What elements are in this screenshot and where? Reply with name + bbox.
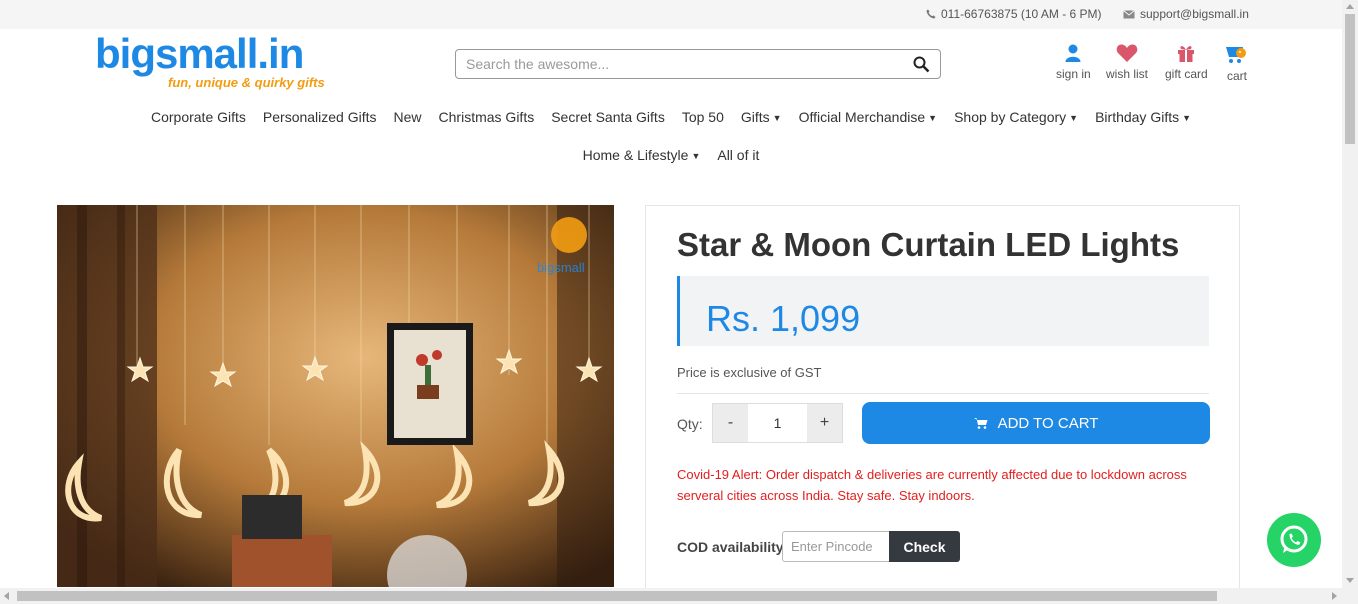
- scroll-up-arrow[interactable]: [1346, 4, 1354, 9]
- scroll-right-arrow[interactable]: [1332, 592, 1337, 600]
- nav-item-gifts[interactable]: Gifts ▼: [741, 109, 782, 125]
- wish-list-link[interactable]: wish list: [1106, 44, 1148, 81]
- top-bar: 011-66763875 (10 AM - 6 PM) support@bigs…: [0, 0, 1342, 29]
- product-info-panel: Star & Moon Curtain LED Lights Rs. 1,099…: [645, 205, 1240, 604]
- add-to-cart-label: ADD TO CART: [997, 414, 1099, 432]
- site-logo[interactable]: bigsmall.in fun, unique & quirky gifts: [95, 30, 325, 91]
- sign-in-link[interactable]: sign in: [1056, 44, 1091, 81]
- cod-label: COD availability: [677, 539, 784, 555]
- envelope-icon: [1123, 9, 1135, 18]
- search-icon[interactable]: [913, 56, 930, 73]
- logo-brand: bigsmall.in: [95, 30, 304, 77]
- search-input[interactable]: [466, 56, 896, 72]
- gst-note: Price is exclusive of GST: [677, 365, 822, 380]
- phone-icon: [926, 9, 936, 19]
- qty-decrease-button[interactable]: -: [713, 404, 748, 442]
- pincode-box: [782, 531, 890, 562]
- nav-item-birthday-gifts[interactable]: Birthday Gifts ▼: [1095, 109, 1191, 125]
- nav-item-label: Home & Lifestyle: [582, 147, 689, 163]
- product-title: Star & Moon Curtain LED Lights: [677, 226, 1180, 263]
- gift-card-link[interactable]: gift card: [1165, 44, 1208, 81]
- horizontal-scrollbar[interactable]: [0, 588, 1358, 604]
- nav-item-label: New: [393, 109, 422, 125]
- nav-item-label: Personalized Gifts: [262, 109, 377, 125]
- divider: [677, 393, 1209, 394]
- nav-item-secret-santa-gifts[interactable]: Secret Santa Gifts: [551, 109, 665, 125]
- scroll-left-arrow[interactable]: [4, 592, 9, 600]
- main-nav: Corporate Gifts Personalized Gifts New Chri…: [0, 108, 1342, 164]
- nav-item-label: Official Merchandise: [798, 109, 926, 125]
- covid-alert: Covid-19 Alert: Order dispatch & deliver…: [677, 467, 1187, 503]
- phone-contact[interactable]: 011-66763875 (10 AM - 6 PM): [926, 7, 1102, 21]
- caret-down-icon: ▼: [772, 113, 782, 124]
- nav-item-home-lifestyle[interactable]: Home & Lifestyle ▼: [583, 147, 701, 163]
- nav-item-christmas-gifts[interactable]: Christmas Gifts: [439, 109, 535, 125]
- product-photo: bigsmall: [57, 205, 614, 587]
- nav-item-label: Birthday Gifts: [1095, 109, 1180, 125]
- user-icon: [1065, 44, 1081, 62]
- nav-item-label: Top 50: [681, 109, 724, 125]
- horizontal-scroll-thumb[interactable]: [17, 591, 1217, 601]
- nav-item-corporate-gifts[interactable]: Corporate Gifts: [151, 109, 246, 125]
- nav-item-label: Christmas Gifts: [438, 109, 535, 125]
- sign-in-label: sign in: [1056, 67, 1091, 81]
- product-price: Rs. 1,099: [706, 298, 861, 339]
- nav-item-top-50[interactable]: Top 50: [682, 109, 724, 125]
- nav-row-1: Corporate Gifts Personalized Gifts New Chri…: [0, 108, 1342, 126]
- nav-item-personalized-gifts[interactable]: Personalized Gifts: [263, 109, 377, 125]
- nav-row-2: Home & Lifestyle ▼ All of it: [0, 146, 1342, 164]
- nav-item-official-merchandise[interactable]: Official Merchandise ▼: [799, 109, 938, 125]
- phone-text: 011-66763875 (10 AM - 6 PM): [941, 7, 1102, 21]
- price-box: Rs. 1,099: [677, 276, 1209, 346]
- email-contact[interactable]: support@bigsmall.in: [1123, 7, 1249, 21]
- cart-icon: [973, 418, 988, 429]
- caret-down-icon: ▼: [691, 151, 701, 162]
- caret-down-icon: ▼: [1069, 113, 1079, 124]
- nav-item-shop-by-category[interactable]: Shop by Category ▼: [954, 109, 1078, 125]
- whatsapp-icon: [1280, 525, 1308, 553]
- qty-value[interactable]: 1: [748, 404, 807, 442]
- whatsapp-button[interactable]: [1267, 513, 1321, 567]
- qty-increase-button[interactable]: +: [807, 404, 842, 442]
- gift-icon: [1178, 46, 1195, 62]
- email-text: support@bigsmall.in: [1140, 7, 1249, 21]
- nav-item-label: Gifts: [740, 109, 770, 125]
- check-button[interactable]: Check: [889, 531, 960, 562]
- nav-item-label: Corporate Gifts: [150, 109, 246, 125]
- nav-item-all-of-it[interactable]: All of it: [717, 147, 759, 163]
- quantity-stepper: - 1 +: [712, 403, 843, 443]
- nav-item-label: Shop by Category: [954, 109, 1067, 125]
- caret-down-icon: ▼: [928, 113, 938, 124]
- caret-down-icon: ▼: [1182, 113, 1192, 124]
- vertical-scroll-thumb[interactable]: [1345, 14, 1355, 144]
- add-to-cart-button[interactable]: ADD TO CART: [862, 402, 1210, 444]
- cart-label: cart: [1226, 69, 1247, 83]
- vertical-scrollbar[interactable]: [1342, 0, 1358, 588]
- heart-icon: [1116, 44, 1138, 62]
- product-image[interactable]: bigsmall: [57, 205, 614, 587]
- svg-text:bigsmall: bigsmall: [537, 260, 585, 275]
- cart-icon: [1226, 47, 1246, 63]
- nav-item-label: All of it: [717, 147, 760, 163]
- pincode-input[interactable]: [791, 539, 883, 554]
- wish-list-label: wish list: [1106, 67, 1149, 81]
- nav-item-label: Secret Santa Gifts: [551, 109, 665, 125]
- nav-item-new[interactable]: New: [394, 109, 422, 125]
- cart-link[interactable]: cart: [1224, 44, 1250, 83]
- gift-card-label: gift card: [1165, 67, 1208, 81]
- qty-label: Qty:: [677, 416, 703, 432]
- logo-tagline: fun, unique & quirky gifts: [168, 75, 325, 90]
- search-box: [455, 49, 941, 79]
- scroll-down-arrow[interactable]: [1346, 578, 1354, 583]
